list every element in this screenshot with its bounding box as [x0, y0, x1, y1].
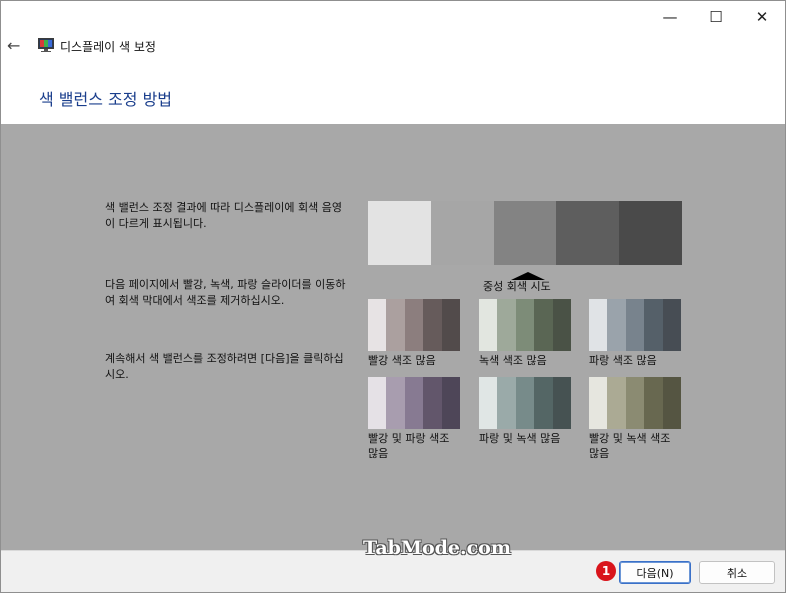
content-panel: 색 밸런스 조정 결과에 따라 디스플레이에 회색 음영이 다르게 표시됩니다.…	[1, 124, 785, 550]
swatch-step-5	[441, 299, 461, 351]
neutral-gray-label: 중성 회색 시도	[483, 280, 551, 293]
watermark-logo: TabMode.com	[363, 537, 511, 559]
swatch-blue-green-cast: 파랑 및 녹색 많음	[479, 377, 572, 446]
nav-row: ← 디스플레이 색 보정	[1, 33, 785, 61]
neutral-gray-bar	[368, 201, 682, 265]
swatch-step-3	[625, 377, 645, 429]
title-bar: — ☐ ✕	[1, 1, 785, 33]
swatch-step-1	[589, 377, 608, 429]
swatch-step-2	[607, 299, 626, 351]
swatch-red-cast: 빨강 색조 많음	[368, 299, 461, 368]
swatch-step-1	[368, 377, 387, 429]
swatch-bar	[479, 299, 572, 351]
swatch-step-4	[644, 377, 663, 429]
swatch-step-2	[386, 377, 405, 429]
swatch-step-2	[386, 299, 405, 351]
cancel-button[interactable]: 취소	[699, 561, 775, 584]
swatch-step-5	[441, 377, 461, 429]
swatch-blue-cast: 파랑 색조 많음	[589, 299, 682, 368]
swatch-green-cast: 녹색 색조 많음	[479, 299, 572, 368]
swatch-step-3	[515, 299, 535, 351]
gray-step-5	[619, 201, 682, 265]
swatch-step-1	[479, 299, 498, 351]
gray-step-4	[556, 201, 620, 265]
close-icon: ✕	[755, 8, 769, 26]
minimize-button[interactable]: —	[647, 1, 693, 33]
page-title: 색 밸런스 조정 방법	[39, 90, 173, 109]
swatch-step-5	[662, 377, 682, 429]
swatch-step-3	[404, 299, 424, 351]
maximize-button[interactable]: ☐	[693, 1, 739, 33]
minimize-icon: —	[662, 8, 678, 26]
swatch-red-green-cast: 빨강 및 녹색 색조 많음	[589, 377, 682, 461]
swatch-label: 빨강 색조 많음	[368, 354, 436, 367]
swatch-step-4	[423, 299, 442, 351]
instruction-text-3: 계속해서 색 밸런스를 조정하려면 [다음]을 클릭하십시오.	[105, 352, 344, 381]
next-button[interactable]: 다음(N)	[619, 561, 691, 584]
color-calibration-window: — ☐ ✕ ← 디스플레이 색 보정 색 밸런스 조정 방법 색 밸런스 조정 …	[0, 0, 786, 593]
swatch-step-2	[497, 377, 516, 429]
swatch-step-4	[423, 377, 442, 429]
swatch-step-4	[644, 299, 663, 351]
swatch-bar	[589, 299, 682, 351]
instruction-text-2: 다음 페이지에서 빨강, 녹색, 파랑 슬라이더를 이동하여 회색 막대에서 색…	[105, 278, 346, 307]
swatch-bar	[589, 377, 682, 429]
swatch-label: 녹색 색조 많음	[479, 354, 547, 367]
swatch-step-5	[662, 299, 682, 351]
swatch-label: 빨강 및 파랑 색조 많음	[368, 432, 450, 460]
gray-step-2	[430, 201, 494, 265]
swatch-step-1	[479, 377, 498, 429]
app-title: 디스플레이 색 보정	[60, 40, 156, 54]
swatch-step-4	[534, 299, 553, 351]
instruction-text-1: 색 밸런스 조정 결과에 따라 디스플레이에 회색 음영이 다르게 표시됩니다.	[105, 201, 342, 230]
gray-step-1	[368, 201, 431, 265]
swatch-step-3	[625, 299, 645, 351]
swatch-step-5	[552, 377, 572, 429]
swatch-step-3	[515, 377, 535, 429]
swatch-step-2	[607, 377, 626, 429]
swatch-bar	[479, 377, 572, 429]
swatch-label: 빨강 및 녹색 색조 많음	[589, 432, 671, 460]
step-marker-badge: 1	[596, 561, 616, 581]
swatch-label: 파랑 색조 많음	[589, 354, 657, 367]
swatch-label: 파랑 및 녹색 많음	[479, 432, 561, 445]
swatch-step-2	[497, 299, 516, 351]
maximize-icon: ☐	[709, 8, 723, 26]
close-button[interactable]: ✕	[739, 1, 785, 33]
swatch-step-1	[368, 299, 387, 351]
swatch-bar	[368, 299, 461, 351]
swatch-step-5	[552, 299, 572, 351]
gray-step-3	[493, 201, 557, 265]
swatch-bar	[368, 377, 461, 429]
swatch-step-4	[534, 377, 553, 429]
back-arrow-icon[interactable]: ←	[7, 36, 20, 55]
swatch-step-1	[589, 299, 608, 351]
swatch-red-blue-cast: 빨강 및 파랑 색조 많음	[368, 377, 461, 461]
swatch-step-3	[404, 377, 424, 429]
display-icon	[38, 38, 54, 52]
